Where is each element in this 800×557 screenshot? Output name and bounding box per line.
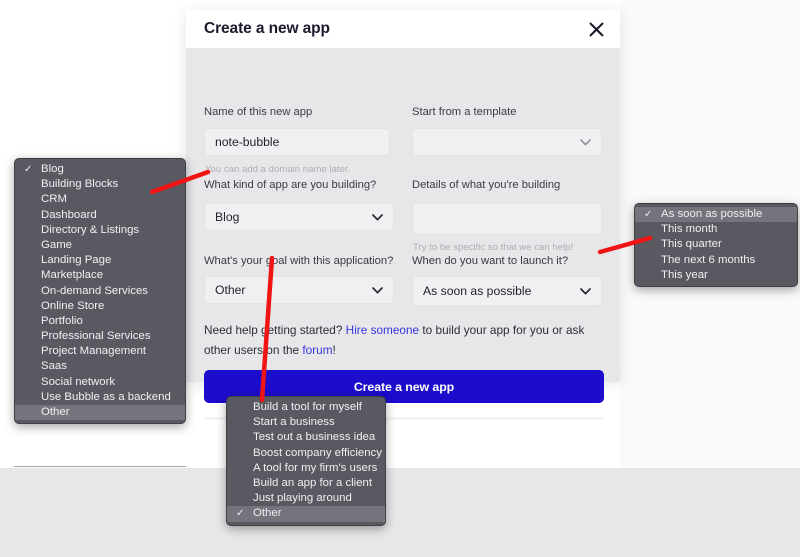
dropdown-option-label: Use Bubble as a backend: [41, 390, 171, 403]
dropdown-option[interactable]: On-demand Services: [15, 284, 185, 299]
dropdown-option-label: Boost company efficiency: [253, 446, 382, 459]
dropdown-option[interactable]: ✓ Blog: [15, 162, 185, 177]
dropdown-option-label: Saas: [41, 360, 67, 373]
label-app-name: Name of this new app: [204, 106, 313, 118]
dropdown-option[interactable]: Directory & Listings: [15, 223, 185, 238]
chevron-down-icon: [371, 211, 383, 223]
dropdown-option-label: Build an app for a client: [253, 476, 373, 489]
dropdown-option-label: This year: [661, 268, 708, 281]
dropdown-option[interactable]: Social network: [15, 375, 185, 390]
app-kind-dropdown[interactable]: ✓ Blog Building Blocks CRM Dashboard Director…: [14, 158, 186, 425]
label-template: Start from a template: [412, 106, 517, 118]
dropdown-option[interactable]: Build an app for a client: [227, 476, 385, 491]
dropdown-option-label: Marketplace: [41, 269, 104, 282]
app-name-input[interactable]: [204, 128, 390, 156]
dropdown-option-label: This quarter: [661, 238, 722, 251]
dropdown-option-label: As soon as possible: [661, 208, 763, 220]
dropdown-option[interactable]: This month: [635, 222, 797, 237]
template-select[interactable]: [412, 128, 602, 156]
dropdown-option-label: Blog: [41, 163, 64, 175]
modal-header: Create a new app: [186, 10, 620, 48]
goal-dropdown[interactable]: Build a tool for myself Start a business T…: [226, 396, 386, 526]
dropdown-option[interactable]: ✓ Other: [227, 506, 385, 522]
goal-select[interactable]: Other: [204, 276, 394, 304]
page-divider: [14, 466, 186, 467]
forum-link[interactable]: forum: [302, 343, 332, 357]
dropdown-option[interactable]: Portfolio: [15, 314, 185, 329]
app-kind-select-value: Blog: [215, 210, 240, 224]
dropdown-option[interactable]: Game: [15, 238, 185, 253]
dropdown-option[interactable]: Dashboard: [15, 208, 185, 223]
dropdown-option-label: Test out a business idea: [253, 431, 376, 444]
dropdown-option-label: On-demand Services: [41, 284, 148, 297]
launch-timing-dropdown[interactable]: ✓ As soon as possible This month This quart…: [634, 203, 798, 287]
label-app-kind: What kind of app are you building?: [204, 179, 377, 191]
dropdown-option[interactable]: CRM: [15, 192, 185, 207]
details-textarea[interactable]: [412, 203, 602, 235]
details-hint: Try to be specific so that we can help!: [413, 242, 574, 253]
dropdown-option[interactable]: The next 6 months: [635, 253, 797, 268]
help-part-3: !: [332, 343, 336, 357]
dropdown-option[interactable]: Professional Services: [15, 329, 185, 344]
dropdown-option-label: Building Blocks: [41, 178, 119, 191]
dropdown-option-label: Professional Services: [41, 330, 151, 343]
dropdown-option-label: This month: [661, 223, 718, 236]
dropdown-option-label: Just playing around: [253, 492, 352, 505]
dropdown-option-label: Online Store: [41, 299, 105, 312]
dropdown-option[interactable]: Saas: [15, 359, 185, 374]
dropdown-option-label: A tool for my firm's users: [253, 461, 378, 474]
label-details: Details of what you're building: [412, 179, 561, 191]
dropdown-option[interactable]: Project Management: [15, 344, 185, 359]
dropdown-option[interactable]: Online Store: [15, 299, 185, 314]
label-launch: When do you want to launch it?: [412, 255, 569, 267]
page-background-lower: [0, 468, 800, 557]
dropdown-option[interactable]: This year: [635, 268, 797, 283]
check-icon: ✓: [24, 164, 33, 175]
dropdown-option-label: CRM: [41, 193, 67, 206]
dropdown-option-label: Project Management: [41, 345, 147, 358]
label-goal: What's your goal with this application?: [204, 255, 394, 267]
dropdown-option[interactable]: Use Bubble as a backend: [15, 390, 185, 405]
dropdown-option-label: Social network: [41, 375, 116, 388]
launch-select[interactable]: As soon as possible: [412, 276, 602, 306]
dropdown-option-label: Start a business: [253, 416, 335, 429]
help-text: Need help getting started? Hire someone …: [204, 320, 604, 360]
check-icon: ✓: [236, 508, 245, 520]
dropdown-option-label: Portfolio: [41, 314, 83, 327]
dropdown-option[interactable]: Test out a business idea: [227, 430, 385, 445]
dropdown-option[interactable]: Build a tool for myself: [227, 400, 385, 415]
dropdown-option-label: Other: [253, 507, 282, 520]
help-part-1: Need help getting started?: [204, 323, 346, 337]
dropdown-option[interactable]: Start a business: [227, 415, 385, 430]
modal-body: Name of this new app You can add a domai…: [186, 48, 620, 420]
app-kind-select[interactable]: Blog: [204, 203, 394, 231]
dropdown-option[interactable]: Other: [15, 405, 185, 421]
dropdown-option-label: The next 6 months: [661, 253, 756, 266]
dropdown-option[interactable]: Landing Page: [15, 253, 185, 268]
dropdown-option-label: Directory & Listings: [41, 223, 140, 236]
dropdown-option[interactable]: Building Blocks: [15, 177, 185, 192]
goal-select-value: Other: [215, 283, 246, 297]
dropdown-option-label: Other: [41, 406, 70, 418]
dropdown-option[interactable]: This quarter: [635, 237, 797, 252]
page-title: Create a new app: [204, 20, 330, 37]
launch-select-value: As soon as possible: [423, 284, 532, 298]
create-app-modal: Create a new app Name of this new app Yo…: [186, 10, 620, 420]
dropdown-option-label: Landing Page: [41, 254, 112, 267]
app-name-hint: You can add a domain name later.: [205, 164, 351, 175]
check-icon: ✓: [644, 209, 653, 220]
dropdown-option-label: Build a tool for myself: [253, 401, 362, 413]
chevron-down-icon: [371, 284, 383, 296]
dropdown-option[interactable]: ✓ As soon as possible: [635, 207, 797, 223]
chevron-down-icon: [579, 285, 591, 297]
hire-someone-link[interactable]: Hire someone: [346, 323, 419, 337]
dropdown-option[interactable]: Just playing around: [227, 491, 385, 506]
dropdown-option-label: Dashboard: [41, 208, 97, 221]
close-icon[interactable]: [585, 18, 607, 40]
chevron-down-icon: [579, 136, 591, 148]
dropdown-option[interactable]: Marketplace: [15, 268, 185, 283]
dropdown-option[interactable]: Boost company efficiency: [227, 446, 385, 461]
dropdown-option[interactable]: A tool for my firm's users: [227, 461, 385, 476]
dropdown-option-label: Game: [41, 238, 73, 251]
